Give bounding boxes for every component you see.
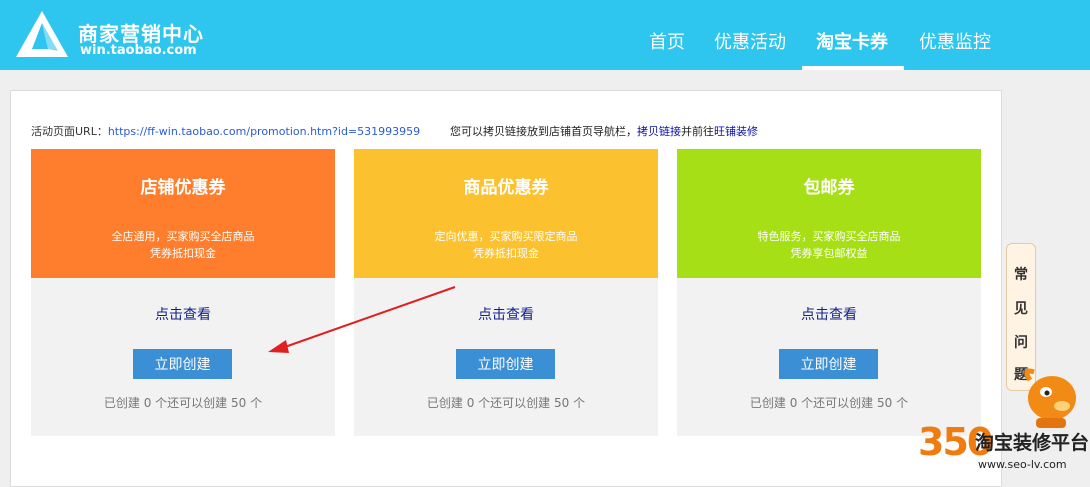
card-title: 店铺优惠券 xyxy=(140,178,226,198)
view-link[interactable]: 点击查看 xyxy=(677,304,981,324)
view-link[interactable]: 点击查看 xyxy=(31,304,335,324)
card-description: 定向优惠，买家购买限定商品 凭券抵扣现金 xyxy=(354,228,658,262)
nav-home[interactable]: 首页 xyxy=(649,28,685,54)
faq-char: 见 xyxy=(1014,301,1028,317)
create-button[interactable]: 立即创建 xyxy=(779,349,878,379)
card-desc-line1: 特色服务，买家购买全店商品 xyxy=(757,230,901,243)
faq-char: 常 xyxy=(1014,267,1028,283)
created-count: 已创建 0 个还可以创建 50 个 xyxy=(426,396,586,410)
hint-middle: 并前往 xyxy=(681,125,714,138)
card-desc-line1: 全店通用，买家购买全店商品 xyxy=(111,230,255,243)
activity-url-line: 活动页面URL：https://ff-win.taobao.com/promot… xyxy=(31,123,420,139)
watermark-name: 淘宝装修平台 xyxy=(975,432,1090,454)
shop-decoration-link[interactable]: 旺铺装修 xyxy=(714,125,758,138)
brand-url: win.taobao.com xyxy=(80,43,197,58)
card-desc-line2: 凭券抵扣现金 xyxy=(150,247,216,260)
create-button[interactable]: 立即创建 xyxy=(456,349,555,379)
card-description: 全店通用，买家购买全店商品 凭券抵扣现金 xyxy=(31,228,335,262)
card-description: 特色服务，买家购买全店商品 凭券享包邮权益 xyxy=(677,228,981,262)
logo-icon[interactable] xyxy=(14,9,70,59)
hint-line: 您可以拷贝链接放到店铺首页导航栏，拷贝链接并前往旺铺装修 xyxy=(450,123,758,139)
watermark-url: www.seo-lv.com xyxy=(978,458,1067,471)
card-title: 包邮券 xyxy=(803,178,855,198)
copy-link[interactable]: 拷贝链接 xyxy=(637,125,681,138)
nav-promotions[interactable]: 优惠活动 xyxy=(714,28,786,54)
card-header: 商品优惠券 定向优惠，买家购买限定商品 凭券抵扣现金 xyxy=(354,149,658,278)
card-title: 商品优惠券 xyxy=(463,178,549,198)
activity-url-link[interactable]: https://ff-win.taobao.com/promotion.htm?… xyxy=(108,125,420,138)
view-link[interactable]: 点击查看 xyxy=(354,304,658,324)
card-desc-line2: 凭券享包邮权益 xyxy=(790,247,868,260)
card-desc-line2: 凭券抵扣现金 xyxy=(473,247,539,260)
activity-url-label: 活动页面URL： xyxy=(31,125,108,138)
coupon-card-shop: 店铺优惠券 全店通用，买家购买全店商品 凭券抵扣现金 点击查看 立即创建 已创建… xyxy=(31,149,335,436)
card-header: 包邮券 特色服务，买家购买全店商品 凭券享包邮权益 xyxy=(677,149,981,278)
faq-char: 问 xyxy=(1014,335,1028,351)
create-button[interactable]: 立即创建 xyxy=(133,349,232,379)
top-header: 商家营销中心 win.taobao.com 首页 优惠活动 淘宝卡券 优惠监控 xyxy=(0,0,1090,70)
coupon-card-item: 商品优惠券 定向优惠，买家购买限定商品 凭券抵扣现金 点击查看 立即创建 已创建… xyxy=(354,149,658,436)
nav-monitor[interactable]: 优惠监控 xyxy=(919,28,991,54)
hint-text: 您可以拷贝链接放到店铺首页导航栏， xyxy=(450,125,637,138)
card-desc-line1: 定向优惠，买家购买限定商品 xyxy=(434,230,578,243)
created-count: 已创建 0 个还可以创建 50 个 xyxy=(103,396,263,410)
card-header: 店铺优惠券 全店通用，买家购买全店商品 凭券抵扣现金 xyxy=(31,149,335,278)
nav-coupons[interactable]: 淘宝卡券 xyxy=(816,28,888,54)
nav-active-indicator xyxy=(802,66,904,70)
